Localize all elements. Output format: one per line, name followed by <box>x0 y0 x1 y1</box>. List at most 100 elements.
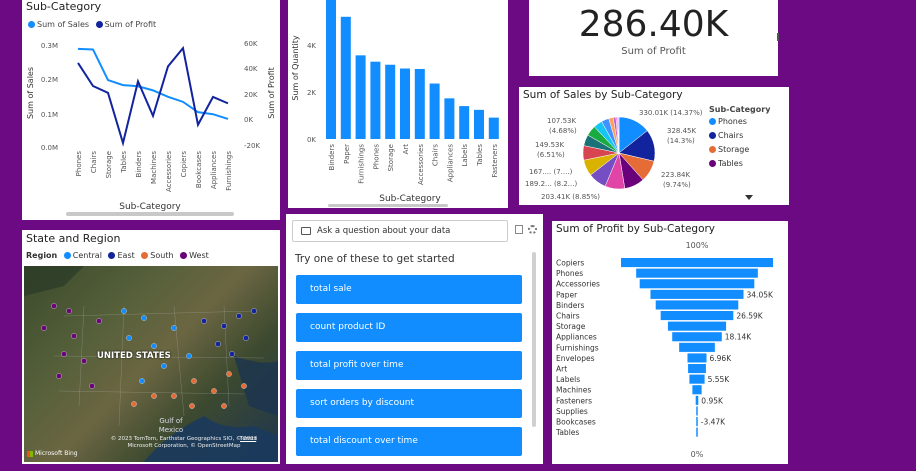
qa-input[interactable]: Ask a question about your data <box>292 220 508 242</box>
quantity-bar[interactable] <box>444 98 455 139</box>
map-state-dot[interactable] <box>51 303 57 309</box>
quantity-bar[interactable] <box>414 68 425 139</box>
line-chart: Sum of Sales Sum of Profit Sub-Category … <box>26 40 276 212</box>
map-state-dot[interactable] <box>215 341 221 347</box>
map-state-dot[interactable] <box>243 335 249 341</box>
pie-legend-item[interactable]: Storage <box>709 145 770 154</box>
map-state-dot[interactable] <box>226 371 232 377</box>
funnel-value-label: -3.47K <box>701 418 726 427</box>
map-state-dot[interactable] <box>131 401 137 407</box>
map-state-dot[interactable] <box>171 325 177 331</box>
pie-legend-item[interactable]: Tables <box>709 159 770 168</box>
map-state-dot[interactable] <box>81 358 87 364</box>
line-scrollbar[interactable] <box>66 212 234 216</box>
funnel-bar[interactable] <box>636 268 758 278</box>
funnel-value-label: 18.14K <box>725 333 752 342</box>
sales-pie-card[interactable]: Sum of Sales by Sub-Category 107.53K (4.… <box>519 87 789 205</box>
map-state-dot[interactable] <box>189 403 195 409</box>
map-state-dot[interactable] <box>221 323 227 329</box>
map-state-dot[interactable] <box>229 351 235 357</box>
quantity-bar[interactable] <box>474 109 484 139</box>
suggestion-total-discount-over-time[interactable]: total discount over time <box>296 427 522 456</box>
map-canvas[interactable]: UNITED STATES Gulf of Mexico © 2023 TomT… <box>24 266 278 462</box>
map-state-dot[interactable] <box>191 378 197 384</box>
quantity-bar[interactable] <box>370 61 381 140</box>
map-state-dot[interactable] <box>161 363 167 369</box>
profit-funnel-card[interactable]: Sum of Profit by Sub-Category 100% 0% Co… <box>552 221 788 464</box>
quantity-bar[interactable] <box>429 83 440 139</box>
map-state-dot[interactable] <box>61 351 67 357</box>
map-state-dot[interactable] <box>186 353 192 359</box>
gear-icon[interactable] <box>528 225 537 234</box>
map-state-dot[interactable] <box>221 403 227 409</box>
quantity-bar[interactable] <box>355 55 366 140</box>
map-state-dot[interactable] <box>211 388 217 394</box>
map-state-dot[interactable] <box>96 318 102 324</box>
x-tick-label: Phones <box>372 144 380 170</box>
map-state-dot[interactable] <box>151 393 157 399</box>
funnel-bar[interactable] <box>689 374 705 384</box>
map-state-dot[interactable] <box>241 383 247 389</box>
funnel-bar[interactable] <box>695 395 699 405</box>
quantity-bar[interactable] <box>488 117 499 139</box>
map-state-dot[interactable] <box>121 308 127 314</box>
suggestion-total-sale[interactable]: total sale <box>296 275 522 304</box>
map-state-dot[interactable] <box>41 325 47 331</box>
pie-label-l1: 107.53K <box>547 117 576 125</box>
legend-scroll-down-icon[interactable] <box>745 195 753 200</box>
funnel-bar[interactable] <box>667 321 727 331</box>
funnel-bar[interactable] <box>660 311 734 321</box>
funnel-bar[interactable] <box>621 258 773 268</box>
map-state-dot[interactable] <box>171 393 177 399</box>
suggestion-total-profit-over-time[interactable]: total profit over time <box>296 351 522 380</box>
funnel-bar[interactable] <box>696 406 698 416</box>
map-state-dot[interactable] <box>139 378 145 384</box>
quantity-bar[interactable] <box>459 106 470 139</box>
copy-icon[interactable] <box>515 225 523 234</box>
map-state-dot[interactable] <box>236 313 242 319</box>
quantity-bar[interactable] <box>385 64 396 139</box>
qa-card[interactable]: Ask a question about your data Try one o… <box>286 214 543 464</box>
funnel-bar[interactable] <box>692 385 702 395</box>
map-card[interactable]: State and Region Region Central East Sou… <box>22 230 280 464</box>
funnel-bar[interactable] <box>639 279 755 289</box>
right-tick-4: -20K <box>244 142 260 150</box>
pie-legend-item[interactable]: Phones <box>709 117 770 126</box>
qty-tick-1: 2K <box>307 89 316 97</box>
funnel-bar[interactable] <box>672 332 722 342</box>
map-state-dot[interactable] <box>251 308 257 314</box>
funnel-bar[interactable] <box>688 364 706 374</box>
map-title: State and Region <box>26 232 121 245</box>
funnel-bar[interactable] <box>655 300 739 310</box>
quantity-bar[interactable] <box>340 16 351 139</box>
map-state-dot[interactable] <box>126 335 132 341</box>
funnel-bar[interactable] <box>687 353 707 363</box>
pie-legend-item[interactable]: Chairs <box>709 131 770 140</box>
suggestion-sort-orders-by-discount[interactable]: sort orders by discount <box>296 389 522 418</box>
kpi-label: Sum of Profit <box>621 46 686 57</box>
suggestion-count-product-id[interactable]: count product ID <box>296 313 522 342</box>
map-state-dot[interactable] <box>66 308 72 314</box>
map-terms-link[interactable]: Terms <box>240 436 256 442</box>
pie-label-r2b: (14.3%) <box>667 137 695 145</box>
quantity-bar-card[interactable]: Sum of Quantity Sub-Category 4K 2K 0K Bi… <box>288 0 508 208</box>
x-tick-label: Appliances <box>210 151 218 189</box>
qty-scrollbar[interactable] <box>328 204 448 207</box>
sub-category-line-card[interactable]: Sub-Category Sum of Sales Sum of Profit … <box>22 0 280 220</box>
quantity-bar[interactable] <box>400 68 410 140</box>
kpi-card[interactable]: 286.40K Sum of Profit <box>529 0 778 76</box>
map-state-dot[interactable] <box>89 383 95 389</box>
map-state-dot[interactable] <box>151 343 157 349</box>
qa-scrollbar[interactable] <box>532 252 536 427</box>
funnel-bar[interactable] <box>650 289 744 299</box>
quantity-bar[interactable] <box>326 0 336 139</box>
funnel-category-label: Appliances <box>556 333 597 342</box>
map-state-dot[interactable] <box>71 333 77 339</box>
funnel-bar[interactable] <box>679 342 715 352</box>
map-state-dot[interactable] <box>141 315 147 321</box>
funnel-bar[interactable] <box>696 427 698 437</box>
funnel-bar[interactable] <box>696 417 698 427</box>
x-tick-label: Art <box>402 144 410 155</box>
map-state-dot[interactable] <box>201 318 207 324</box>
map-state-dot[interactable] <box>56 373 62 379</box>
